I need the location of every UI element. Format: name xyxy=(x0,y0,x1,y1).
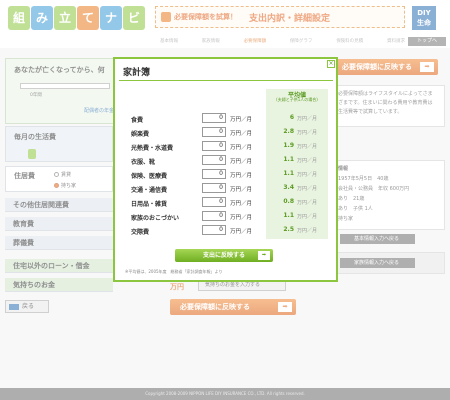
budget-row: 日用品・雑貨 0 万円／月 0.8 万円／月 xyxy=(115,197,340,209)
budget-item-label: 娯楽費 xyxy=(131,131,150,138)
average-unit: 万円／月 xyxy=(297,130,318,136)
budget-amount-input[interactable]: 0 xyxy=(202,197,226,207)
unit-label: 万円／月 xyxy=(230,173,253,179)
average-subheader: (夫婦と子供1人の場合) xyxy=(276,97,318,102)
budget-item-label: 家族のおこづかい xyxy=(131,215,180,222)
average-unit: 万円／月 xyxy=(297,200,318,206)
budget-row: 保険、医療費 0 万円／月 1.1 万円／月 xyxy=(115,169,340,181)
budget-row: 交際費 0 万円／月 2.5 万円／月 xyxy=(115,225,340,237)
budget-item-label: 衣服、靴 xyxy=(131,159,156,166)
unit-label: 万円／月 xyxy=(230,201,253,207)
average-unit: 万円／月 xyxy=(297,144,318,150)
average-value: 3.4 xyxy=(283,184,294,191)
budget-row: 家族のおこづかい 0 万円／月 1.1 万円／月 xyxy=(115,211,340,223)
app-page: 組み立てナビ 必要保障額を試算！ 支出内訳・詳細設定 DIY 生命 基本情報 家族… xyxy=(0,0,450,400)
budget-item-label: 食費 xyxy=(131,117,144,124)
average-unit: 万円／月 xyxy=(297,214,318,220)
arrow-right-icon: ➡ xyxy=(258,251,270,260)
average-value: 1.1 xyxy=(283,156,294,163)
budget-amount-input[interactable]: 0 xyxy=(202,169,226,179)
budget-amount-input[interactable]: 0 xyxy=(202,113,226,123)
average-value: 0.8 xyxy=(283,198,294,205)
budget-amount-input[interactable]: 0 xyxy=(202,141,226,151)
budget-row: 衣服、靴 0 万円／月 1.1 万円／月 xyxy=(115,155,340,167)
unit-label: 万円／月 xyxy=(230,145,253,151)
modal-title: 家計簿 xyxy=(123,68,151,78)
budget-row: 交通・通信費 0 万円／月 3.4 万円／月 xyxy=(115,183,340,195)
average-value: 1.1 xyxy=(283,212,294,219)
average-value: 6 xyxy=(289,114,294,121)
average-unit: 万円／月 xyxy=(297,172,318,178)
household-budget-modal: 家計簿 × 平均値 (夫婦と子供1人の場合) 食費 0 万円／月 6 万円／月 娯楽費 0 万… xyxy=(113,57,338,282)
unit-label: 万円／月 xyxy=(230,187,253,193)
unit-label: 万円／月 xyxy=(230,131,253,137)
budget-row: 光熱費・水道費 0 万円／月 1.9 万円／月 xyxy=(115,141,340,153)
budget-row: 食費 0 万円／月 6 万円／月 xyxy=(115,113,340,125)
budget-item-label: 光熱費・水道費 xyxy=(131,145,174,152)
average-unit: 万円／月 xyxy=(297,116,318,122)
budget-amount-input[interactable]: 0 xyxy=(202,127,226,137)
average-unit: 万円／月 xyxy=(297,228,318,234)
budget-amount-input[interactable]: 0 xyxy=(202,155,226,165)
budget-item-label: 交通・通信費 xyxy=(131,187,168,194)
unit-label: 万円／月 xyxy=(230,229,253,235)
budget-amount-input[interactable]: 0 xyxy=(202,211,226,221)
average-value: 1.1 xyxy=(283,170,294,177)
budget-item-label: 日用品・雑貨 xyxy=(131,201,168,208)
unit-label: 万円／月 xyxy=(230,215,253,221)
budget-row: 娯楽費 0 万円／月 2.8 万円／月 xyxy=(115,127,340,139)
unit-label: 万円／月 xyxy=(230,117,253,123)
divider xyxy=(119,80,333,81)
average-unit: 万円／月 xyxy=(297,158,318,164)
budget-amount-input[interactable]: 0 xyxy=(202,225,226,235)
average-unit: 万円／月 xyxy=(297,186,318,192)
close-icon[interactable]: × xyxy=(327,60,335,68)
average-value: 1.9 xyxy=(283,142,294,149)
reflect-expense-button[interactable]: 支出に反映する ➡ xyxy=(175,249,273,262)
average-value: 2.5 xyxy=(283,226,294,233)
budget-item-label: 保険、医療費 xyxy=(131,173,168,180)
average-value: 2.8 xyxy=(283,128,294,135)
budget-item-label: 交際費 xyxy=(131,229,150,236)
budget-amount-input[interactable]: 0 xyxy=(202,183,226,193)
source-note: ※平均値は、2005年度 総務省「家計調査年報」より xyxy=(125,269,223,274)
unit-label: 万円／月 xyxy=(230,159,253,165)
reflect-expense-label: 支出に反映する xyxy=(202,252,245,259)
